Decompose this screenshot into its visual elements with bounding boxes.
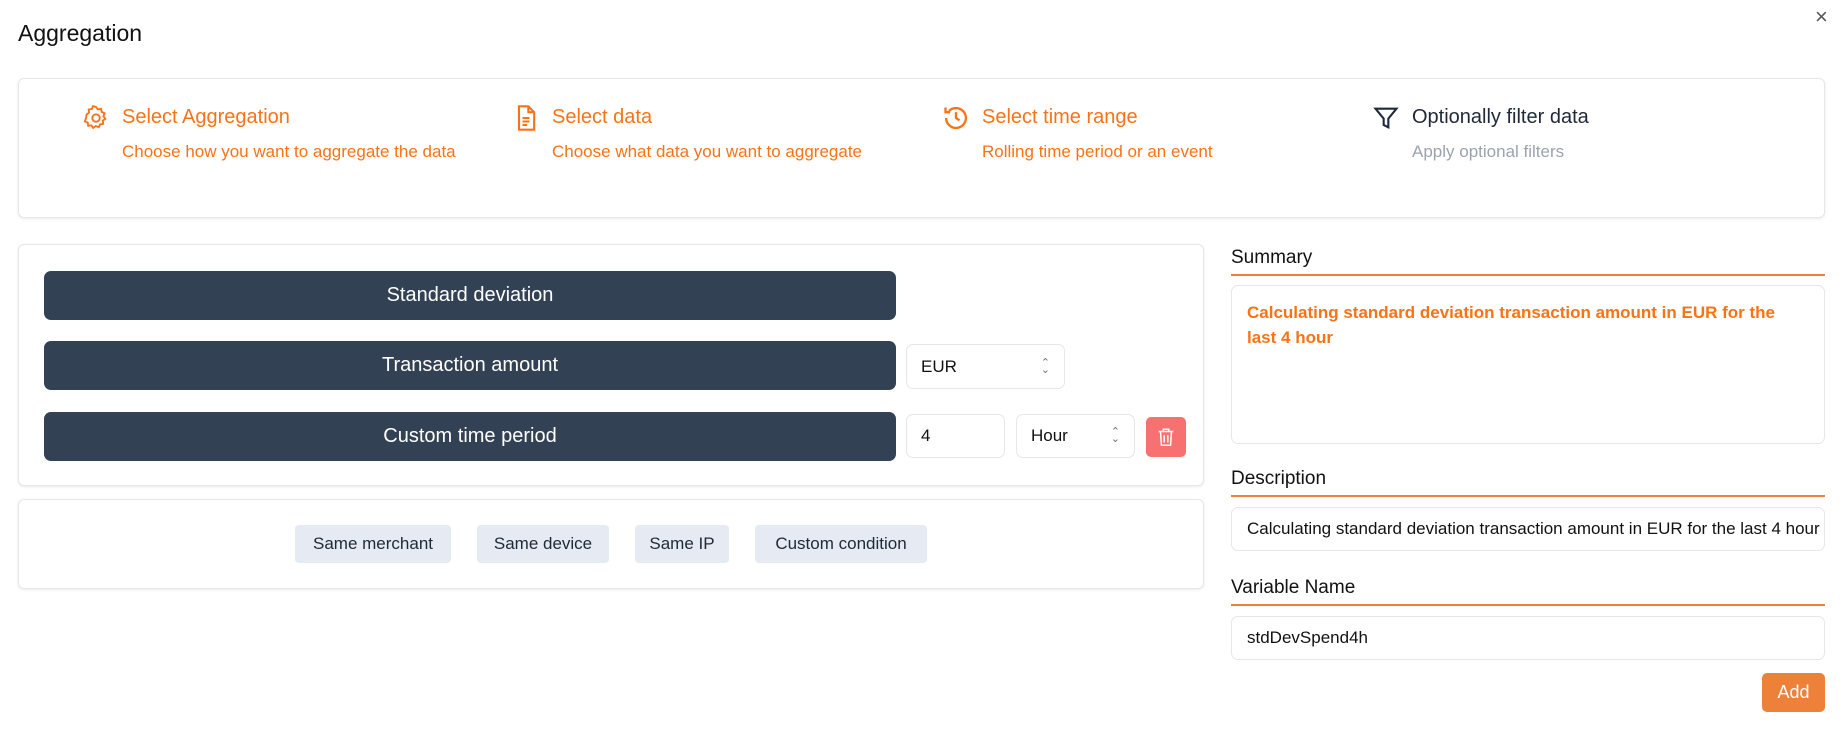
condition-same-ip[interactable]: Same IP [635,525,729,563]
step-subtitle: Choose what data you want to aggregate [552,142,862,161]
summary-text: Calculating standard deviation transacti… [1247,303,1776,347]
add-button[interactable]: Add [1762,673,1825,712]
description-label: Description [1231,468,1825,497]
time-unit-value: Hour [1031,426,1068,445]
description-value: Calculating standard deviation transacti… [1247,519,1820,538]
condition-custom[interactable]: Custom condition [755,525,927,563]
time-period-button[interactable]: Custom time period [44,412,896,461]
currency-value: EUR [921,356,957,376]
history-icon [944,106,968,130]
currency-select[interactable]: EUR ⌃ ⌄ [906,344,1065,389]
summary-textarea[interactable]: Calculating standard deviation transacti… [1231,285,1825,444]
variable-name-label: Variable Name [1231,577,1825,606]
chevron-up-down-icon: ⌃ ⌄ [1110,426,1120,445]
step-title: Optionally filter data [1412,106,1589,128]
conditions-panel [18,499,1204,589]
trash-icon [1158,428,1174,446]
variable-name-value: stdDevSpend4h [1247,628,1368,647]
step-title: Select Aggregation [122,106,290,128]
close-icon[interactable]: × [1815,4,1828,30]
condition-same-device[interactable]: Same device [477,525,609,563]
step-subtitle: Rolling time period or an event [982,142,1213,161]
document-icon [517,105,536,131]
summary-label: Summary [1231,247,1825,276]
time-value: 4 [921,426,931,445]
delete-button[interactable] [1146,417,1186,457]
description-input[interactable]: Calculating standard deviation transacti… [1231,507,1825,551]
step-subtitle: Choose how you want to aggregate the dat… [122,142,456,161]
filter-icon [1373,107,1399,130]
time-unit-select[interactable]: Hour ⌃ ⌄ [1016,414,1135,458]
step-subtitle: Apply optional filters [1412,142,1565,161]
data-field-button[interactable]: Transaction amount [44,341,896,390]
time-value-input[interactable]: 4 [906,414,1005,458]
step-title: Select data [552,106,653,128]
aggregation-type-button[interactable]: Standard deviation [44,271,896,320]
variable-name-input[interactable]: stdDevSpend4h [1231,616,1825,660]
step-title: Select time range [982,106,1138,128]
condition-same-merchant[interactable]: Same merchant [295,525,451,563]
gear-icon [83,104,107,130]
chevron-up-down-icon: ⌃ ⌄ [1040,356,1050,376]
dialog-title: Aggregation [18,20,143,46]
